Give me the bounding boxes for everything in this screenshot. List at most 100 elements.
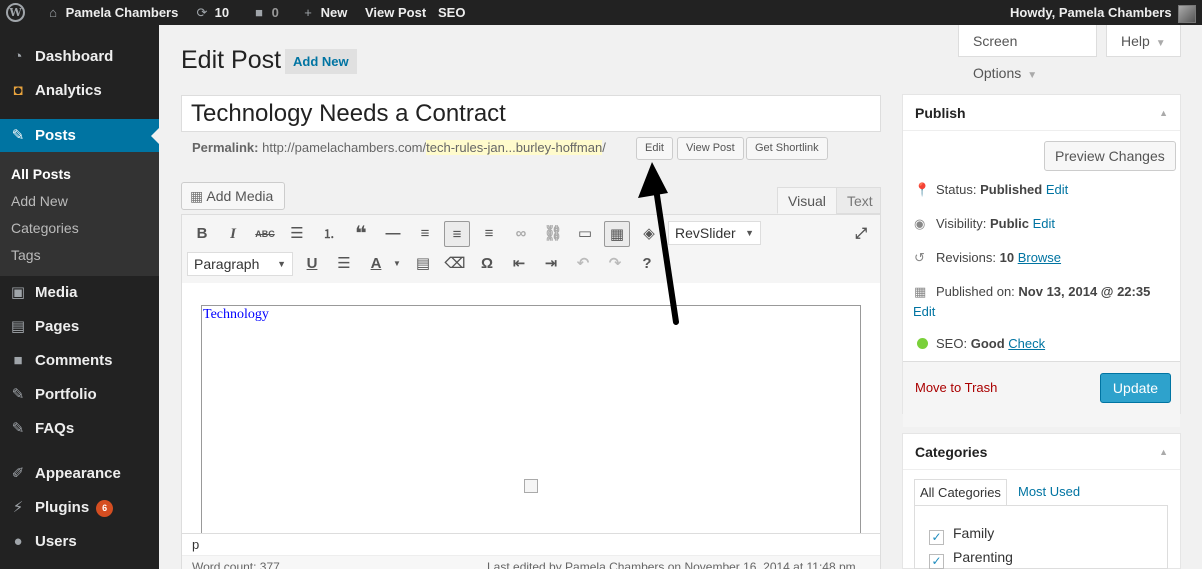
media-icon: ▣: [10, 284, 26, 301]
blockquote-icon[interactable]: ❝: [348, 221, 374, 247]
view-post-link[interactable]: View Post: [365, 0, 426, 25]
visibility-row: ◉ Visibility: Public Edit: [914, 216, 1056, 231]
collapse-icon[interactable]: ▲: [1159, 434, 1168, 470]
format-select[interactable]: Paragraph ▼: [187, 252, 293, 276]
indent-icon[interactable]: ⇥: [538, 251, 564, 277]
justify-icon[interactable]: ☰: [331, 251, 357, 277]
menu-portfolio[interactable]: ✎ Portfolio: [0, 378, 159, 412]
screen-options-button[interactable]: Screen Options ▼: [958, 25, 1097, 81]
published-on-row: ▦ Published on: Nov 13, 2014 @ 22:35: [914, 284, 1151, 299]
edit-visibility-link[interactable]: Edit: [1033, 216, 1055, 231]
posts-submenu: All Posts Add New Categories Tags: [0, 152, 159, 276]
categories-box-header[interactable]: Categories ▲: [903, 434, 1180, 470]
my-account-link[interactable]: Howdy, Pamela Chambers: [1010, 0, 1196, 25]
users-icon: ●: [13, 533, 23, 550]
align-left-icon[interactable]: ≡: [412, 221, 438, 247]
wordpress-logo-icon[interactable]: W: [6, 3, 25, 22]
new-content-link[interactable]: + New: [299, 0, 347, 25]
remove-link-icon[interactable]: ⛓: [540, 221, 566, 247]
category-list: ✓ Family ✓ Parenting: [914, 505, 1168, 569]
view-post-button[interactable]: View Post: [677, 137, 744, 160]
edit-status-link[interactable]: Edit: [1046, 182, 1068, 197]
menu-analytics[interactable]: ◘ Analytics: [0, 74, 159, 108]
bold-icon[interactable]: B: [189, 221, 215, 247]
menu-appearance[interactable]: ✐ Appearance: [0, 457, 159, 491]
undo-icon[interactable]: ↶: [570, 251, 596, 277]
caret-down-icon: ▼: [1027, 70, 1038, 81]
menu-posts[interactable]: ✎ Posts: [0, 119, 159, 153]
checkbox-checked-icon[interactable]: ✓: [929, 554, 944, 569]
seo-row: SEO: Good Check: [914, 335, 1045, 353]
seo-check-link[interactable]: Check: [1008, 336, 1045, 351]
editor-status-bar: Word count: 377 Last edited by Pamela Ch…: [182, 555, 880, 569]
add-new-button[interactable]: Add New: [285, 49, 357, 74]
editor-path: p: [182, 533, 880, 555]
numbered-list-icon[interactable]: ⒈: [316, 221, 342, 247]
get-shortlink-button[interactable]: Get Shortlink: [746, 137, 828, 160]
menu-plugins[interactable]: ⚡ Plugins 6: [0, 491, 159, 525]
category-item[interactable]: ✓ Family: [929, 525, 994, 545]
fullscreen-icon[interactable]: ⤢: [848, 221, 874, 247]
edit-slug-button[interactable]: Edit: [636, 137, 673, 160]
special-character-icon[interactable]: Ω: [474, 251, 500, 277]
menu-pages[interactable]: ▤ Pages: [0, 310, 159, 344]
permalink-trail: /: [602, 140, 606, 155]
submenu-all-posts[interactable]: All Posts: [11, 166, 71, 182]
move-to-trash-link[interactable]: Move to Trash: [915, 380, 997, 395]
seo-link[interactable]: SEO: [438, 0, 465, 25]
tab-most-used[interactable]: Most Used: [1013, 479, 1085, 507]
menu-comments[interactable]: ■ Comments: [0, 344, 159, 378]
pin-icon: ✎: [11, 127, 25, 144]
menu-media[interactable]: ▣ Media: [0, 276, 159, 310]
publish-box-header[interactable]: Publish ▲: [903, 95, 1180, 131]
submenu-tags[interactable]: Tags: [11, 247, 41, 263]
browse-revisions-link[interactable]: Browse: [1018, 250, 1061, 265]
tab-text[interactable]: Text: [836, 187, 881, 214]
updates-link[interactable]: ⟳ 10: [193, 0, 230, 25]
preview-changes-button[interactable]: Preview Changes: [1044, 141, 1176, 171]
outdent-icon[interactable]: ⇤: [506, 251, 532, 277]
tab-all-categories[interactable]: All Categories: [914, 479, 1007, 507]
add-media-button[interactable]: ▦ Add Media: [181, 182, 285, 210]
appearance-icon: ✐: [11, 465, 25, 482]
broken-image-icon[interactable]: [524, 479, 538, 493]
comments-link[interactable]: ■ 0: [250, 0, 279, 25]
menu-users[interactable]: ● Users: [0, 525, 159, 559]
menu-faqs[interactable]: ✎ FAQs: [0, 412, 159, 446]
post-title-input[interactable]: Technology Needs a Contract: [181, 95, 881, 132]
dashboard-icon: ◔: [13, 48, 23, 65]
pages-icon: ▤: [10, 318, 26, 335]
eye-icon: ◉: [914, 216, 926, 231]
paste-text-icon[interactable]: ▤: [410, 251, 436, 277]
bullet-list-icon[interactable]: ☰: [284, 221, 310, 247]
caret-down-icon: ▼: [277, 259, 286, 269]
edit-date-link[interactable]: Edit: [913, 303, 935, 321]
pin-icon: 📍: [914, 182, 931, 197]
plus-icon: +: [304, 5, 312, 20]
help-button[interactable]: Help ▼: [1106, 25, 1181, 57]
submenu-add-new[interactable]: Add New: [11, 193, 68, 209]
clear-formatting-icon[interactable]: ⌫: [442, 251, 468, 277]
permalink-slug[interactable]: tech-rules-jan...burley-hoffman: [426, 140, 603, 155]
editor-content-area[interactable]: Technology: [201, 305, 861, 541]
submenu-categories[interactable]: Categories: [11, 220, 79, 236]
category-item[interactable]: ✓ Parenting: [929, 549, 1013, 569]
align-center-icon[interactable]: ≡: [444, 221, 470, 247]
strikethrough-icon[interactable]: ABC: [252, 221, 278, 247]
update-button[interactable]: Update: [1100, 373, 1171, 403]
toolbar-toggle-icon[interactable]: ▦: [604, 221, 630, 247]
tab-visual[interactable]: Visual: [777, 187, 837, 214]
menu-dashboard[interactable]: ◔ Dashboard: [0, 40, 159, 74]
analytics-icon: ◘: [13, 82, 23, 99]
insert-link-icon[interactable]: ∞: [508, 221, 534, 247]
italic-icon[interactable]: I: [220, 221, 246, 247]
checkbox-checked-icon[interactable]: ✓: [929, 530, 944, 545]
site-name-link[interactable]: ⌂ Pamela Chambers: [44, 0, 178, 25]
horizontal-rule-icon[interactable]: —: [380, 221, 406, 247]
text-color-dropdown-icon[interactable]: ▼: [384, 251, 410, 277]
collapse-icon[interactable]: ▲: [1159, 95, 1168, 131]
redo-icon[interactable]: ↷: [602, 251, 628, 277]
read-more-icon[interactable]: ▭: [572, 221, 598, 247]
underline-icon[interactable]: U: [299, 251, 325, 277]
align-right-icon[interactable]: ≡: [476, 221, 502, 247]
